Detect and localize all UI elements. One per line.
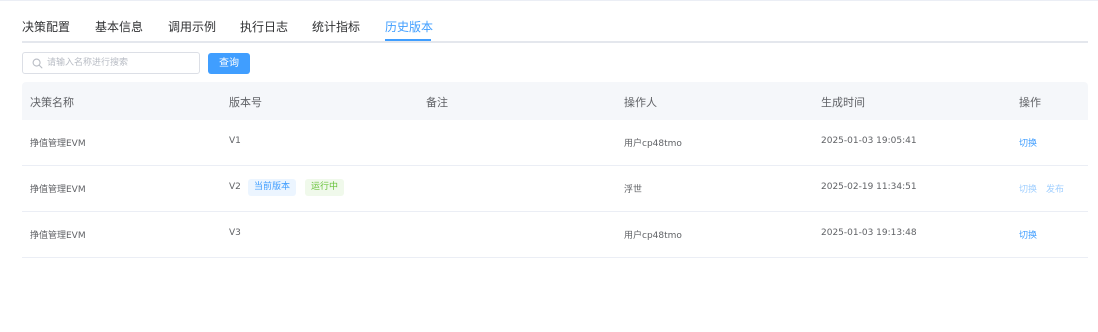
column-header-operator: 操作人: [624, 96, 657, 109]
search-icon: [32, 58, 43, 69]
tab-execution-log[interactable]: 执行日志: [240, 18, 288, 35]
cell-version: V2: [229, 182, 241, 192]
switch-link[interactable]: 切换: [1019, 182, 1037, 195]
cell-name: 挣值管理EVM: [30, 139, 86, 149]
cell-operator: 浮世: [624, 185, 643, 195]
search-box: [22, 52, 200, 74]
cell-time: 2025-02-19 11:34:51: [821, 182, 917, 192]
tab-history-versions[interactable]: 历史版本: [385, 18, 433, 35]
switch-link[interactable]: 切换: [1019, 136, 1037, 149]
table-row: 挣值管理EVM V2 当前版本 运行中 浮世 2025-02-19 11:34:…: [22, 166, 1088, 212]
cell-time: 2025-01-03 19:05:41: [821, 136, 917, 146]
cell-version: V1: [229, 136, 241, 146]
cell-operator: 用户cp48tmo: [624, 139, 682, 149]
tab-decision-config[interactable]: 决策配置: [22, 18, 70, 35]
cell-time: 2025-01-03 19:13:48: [821, 228, 917, 238]
table-row: 挣值管理EVM V3 用户cp48tmo 2025-01-03 19:13:48…: [22, 212, 1088, 258]
search-input[interactable]: [47, 55, 195, 71]
version-table: 决策名称 版本号 备注 操作人 生成时间 操作 挣值管理EVM V1 用户cp4…: [22, 82, 1088, 258]
table-header: 决策名称 版本号 备注 操作人 生成时间 操作: [22, 82, 1088, 120]
tab-call-example[interactable]: 调用示例: [168, 18, 216, 35]
tab-statistics[interactable]: 统计指标: [312, 18, 360, 35]
running-status-tag: 运行中: [305, 179, 345, 196]
column-header-version: 版本号: [229, 96, 262, 109]
column-header-actions: 操作: [1019, 96, 1041, 109]
query-button[interactable]: 查询: [208, 53, 250, 74]
active-tab-indicator: [385, 39, 431, 41]
column-header-remark: 备注: [426, 96, 448, 109]
cell-name: 挣值管理EVM: [30, 185, 86, 195]
switch-link[interactable]: 切换: [1019, 228, 1037, 241]
cell-version: V3: [229, 228, 241, 238]
cell-operator: 用户cp48tmo: [624, 231, 682, 241]
table-row: 挣值管理EVM V1 用户cp48tmo 2025-01-03 19:05:41…: [22, 120, 1088, 166]
current-version-tag: 当前版本: [248, 179, 297, 196]
column-header-time: 生成时间: [821, 96, 865, 109]
column-header-name: 决策名称: [30, 96, 74, 109]
tab-bar: 决策配置 基本信息 调用示例 执行日志 统计指标 历史版本: [22, 0, 1088, 43]
tab-basic-info[interactable]: 基本信息: [95, 18, 143, 35]
cell-name: 挣值管理EVM: [30, 231, 86, 241]
publish-link[interactable]: 发布: [1046, 182, 1064, 195]
